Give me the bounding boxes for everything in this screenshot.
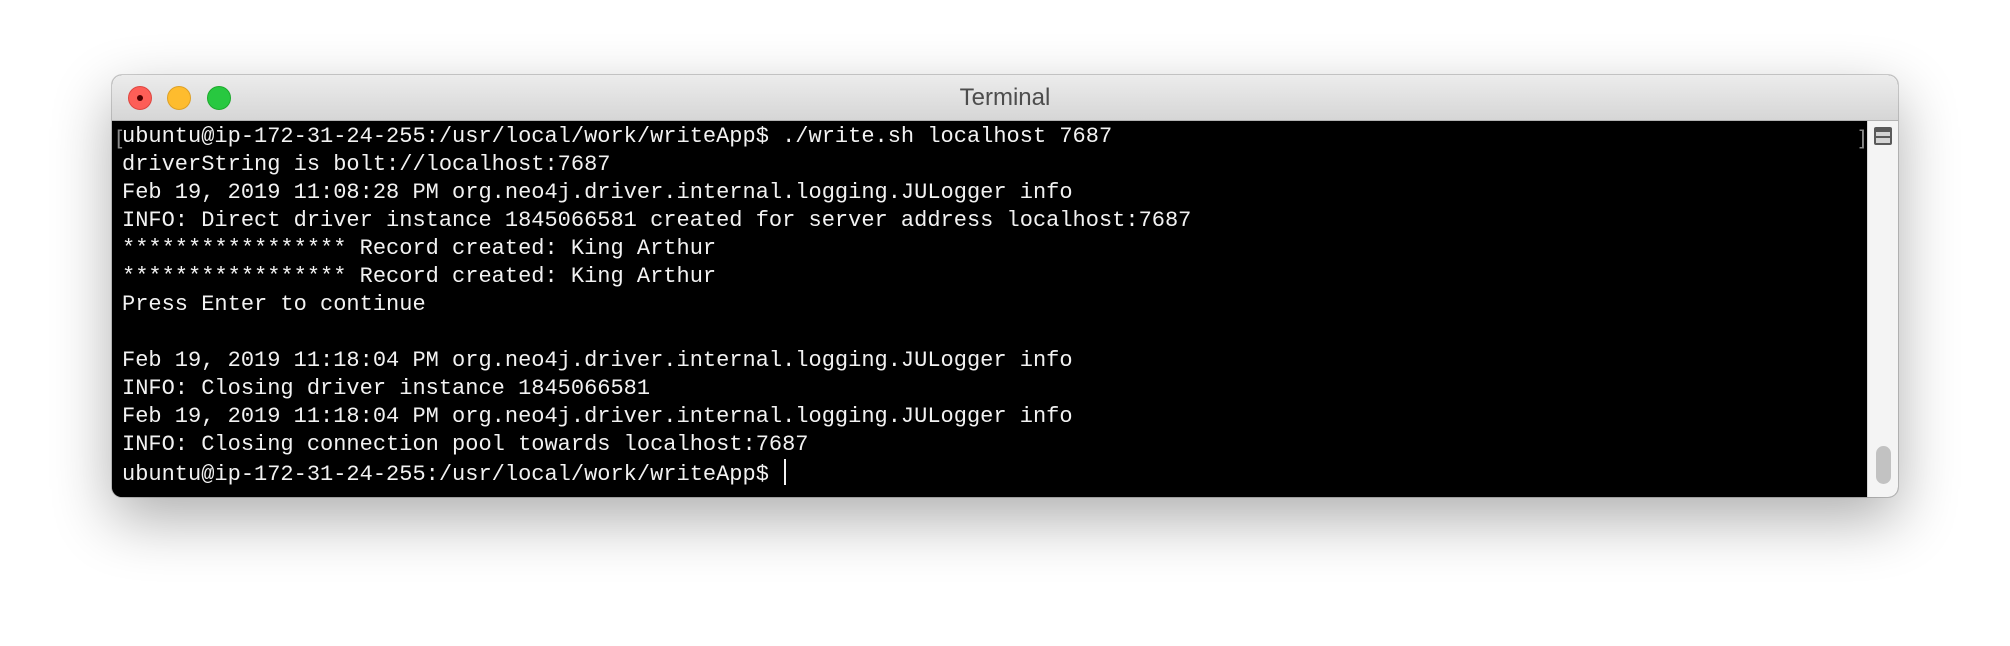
split-pane-icon[interactable] bbox=[1874, 127, 1892, 145]
terminal-output[interactable]: [ ] ubuntu@ip-172-31-24-255:/usr/local/w… bbox=[112, 121, 1869, 497]
output-line: Feb 19, 2019 11:08:28 PM org.neo4j.drive… bbox=[122, 180, 1073, 205]
prompt-line[interactable]: ubuntu@ip-172-31-24-255:/usr/local/work/… bbox=[122, 459, 1191, 487]
output-line: driverString is bolt://localhost:7687 bbox=[122, 152, 611, 177]
terminal-window: Terminal [ ] ubuntu@ip-172-31-24-255:/us… bbox=[112, 75, 1898, 497]
output-line: INFO: Closing connection pool towards lo… bbox=[122, 432, 809, 457]
output-line: Feb 19, 2019 11:18:04 PM org.neo4j.drive… bbox=[122, 348, 1073, 373]
output-line: Feb 19, 2019 11:18:04 PM org.neo4j.drive… bbox=[122, 404, 1073, 429]
output-line: ***************** Record created: King A… bbox=[122, 264, 717, 289]
prompt-text: ubuntu@ip-172-31-24-255:/usr/local/work/… bbox=[122, 462, 783, 487]
output-line bbox=[122, 319, 1191, 347]
output-line: ***************** Record created: King A… bbox=[122, 236, 717, 261]
output-line: Press Enter to continue bbox=[122, 292, 426, 317]
title-bar[interactable]: Terminal bbox=[112, 75, 1898, 121]
output-line: INFO: Closing driver instance 1845066581 bbox=[122, 376, 651, 401]
window-title: Terminal bbox=[959, 84, 1051, 111]
scrollbar[interactable] bbox=[1867, 121, 1898, 497]
output-line: INFO: Direct driver instance 1845066581 … bbox=[122, 208, 1192, 233]
output-line: ubuntu@ip-172-31-24-255:/usr/local/work/… bbox=[122, 124, 1113, 149]
scrollbar-thumb[interactable] bbox=[1876, 446, 1891, 484]
output-lines: ubuntu@ip-172-31-24-255:/usr/local/work/… bbox=[122, 123, 1191, 487]
text-cursor bbox=[784, 459, 787, 485]
